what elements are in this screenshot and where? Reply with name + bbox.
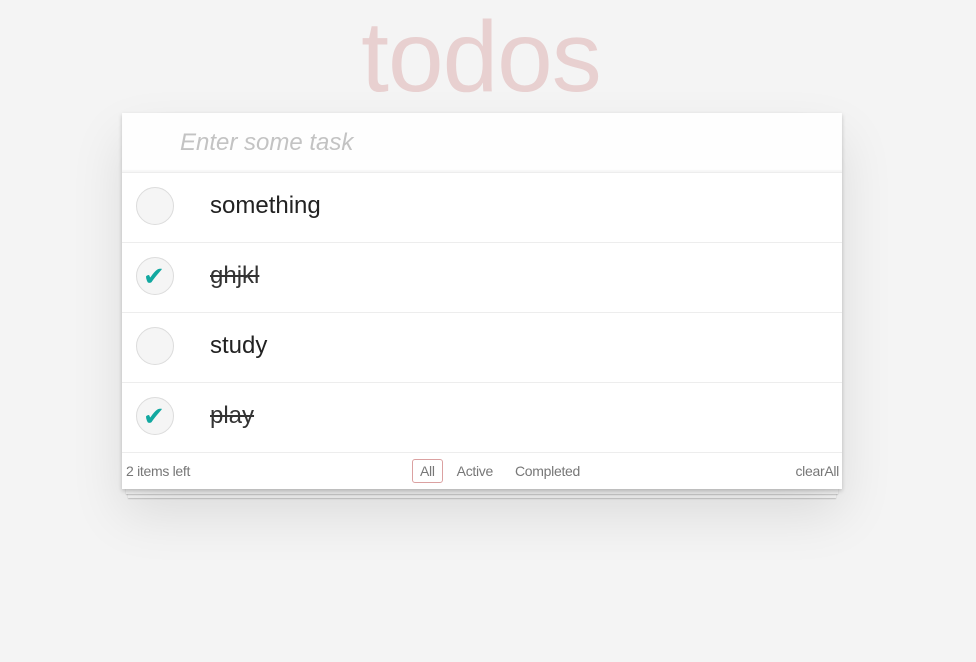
todo-toggle[interactable]: ✔ [136,257,174,295]
filter-item: Active [449,459,503,483]
todo-toggle[interactable]: ✔ [136,397,174,435]
todo-panel: something ✔ ghjkl study ✔ play 2 items l… [122,113,842,489]
todo-item: ✔ play [122,383,842,453]
check-mark-icon: ✔ [143,261,165,291]
todo-app-page: todos something ✔ ghjkl study ✔ [0,0,976,662]
items-left-count: 2 items left [126,463,191,479]
todo-label[interactable]: something [210,173,321,239]
app-title: todos [361,1,602,113]
todo-label[interactable]: ghjkl [210,243,259,309]
clear-all-button[interactable]: clearAll [795,453,839,489]
todo-item: study [122,313,842,383]
filter-completed[interactable]: Completed [507,459,588,483]
todo-item: something [122,173,842,243]
filter-item: Completed [507,459,590,483]
todo-toggle[interactable] [136,187,174,225]
todo-label[interactable]: play [210,383,254,449]
todo-toggle[interactable] [136,327,174,365]
new-task-input[interactable] [122,113,842,173]
todo-item: ✔ ghjkl [122,243,842,313]
filter-item: All [412,459,445,483]
filter-active[interactable]: Active [449,459,501,483]
filter-tabs: All Active Completed [412,459,590,483]
check-mark-icon: ✔ [143,401,165,431]
todo-footer: 2 items left All Active Completed clearA… [122,453,842,489]
todo-list: something ✔ ghjkl study ✔ play [122,173,842,453]
todo-label[interactable]: study [210,313,267,379]
filter-all[interactable]: All [412,459,443,483]
